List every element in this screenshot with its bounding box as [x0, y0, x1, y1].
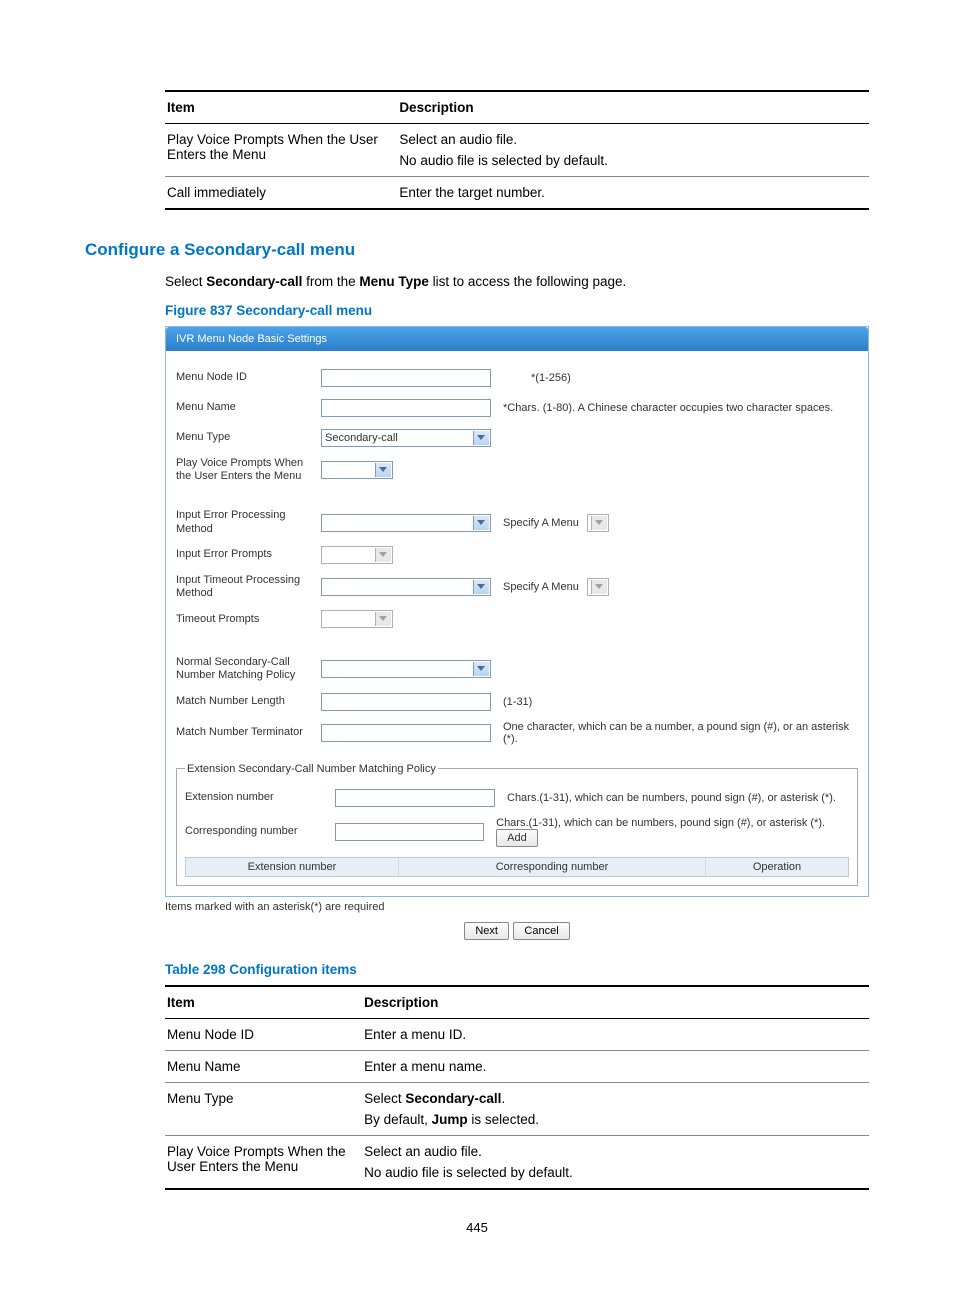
config-items-table-298: Item Description Menu Node ID Enter a me…: [165, 985, 869, 1190]
match-length-input[interactable]: [321, 693, 491, 711]
cell-desc: Enter a menu name.: [362, 1050, 869, 1082]
cell-desc: Enter the target number.: [397, 177, 869, 210]
cancel-button[interactable]: Cancel: [513, 922, 569, 940]
label-play-prompts: Play Voice Prompts When the User Enters …: [176, 457, 321, 483]
th-item: Item: [165, 91, 397, 124]
label-specify-menu: Specify A Menu: [503, 517, 579, 529]
label-input-error-method: Input Error Processing Method: [176, 509, 321, 535]
menu-node-id-input[interactable]: [321, 369, 491, 387]
label-corresponding-number: Corresponding number: [185, 825, 335, 838]
fieldset-legend: Extension Secondary-Call Number Matching…: [185, 763, 438, 775]
label-match-length: Match Number Length: [176, 695, 321, 708]
label-timeout-prompts: Timeout Prompts: [176, 613, 321, 626]
page-number: 445: [85, 1220, 869, 1235]
cell-desc: Select Secondary-call. By default, Jump …: [362, 1082, 869, 1135]
play-prompts-select[interactable]: [321, 461, 393, 479]
chevron-down-icon: [595, 520, 603, 525]
chevron-down-icon: [477, 666, 485, 671]
label-input-error-prompts: Input Error Prompts: [176, 548, 321, 561]
label-input-timeout-method: Input Timeout Processing Method: [176, 574, 321, 600]
chevron-down-icon: [379, 616, 387, 621]
table-row: Menu Type Select Secondary-call. By defa…: [165, 1082, 869, 1135]
th-desc: Description: [397, 91, 869, 124]
input-error-method-select[interactable]: [321, 514, 491, 532]
grid-col-corr: Corresponding number: [399, 858, 706, 876]
match-terminator-input[interactable]: [321, 724, 491, 742]
cell-desc: Select an audio file. No audio file is s…: [397, 124, 869, 177]
cell-item: Play Voice Prompts When the User Enters …: [165, 1135, 362, 1189]
specify-menu-select[interactable]: [587, 514, 609, 532]
hint-corresponding-number: Chars.(1-31), which can be numbers, poun…: [496, 817, 849, 847]
table-row: Play Voice Prompts When the User Enters …: [165, 124, 869, 177]
add-button[interactable]: Add: [496, 829, 538, 847]
label-menu-name: Menu Name: [176, 401, 321, 414]
cell-item: Menu Name: [165, 1050, 362, 1082]
cell-desc: Select an audio file. No audio file is s…: [362, 1135, 869, 1189]
input-error-prompts-select[interactable]: [321, 546, 393, 564]
label-extension-number: Extension number: [185, 791, 335, 804]
label-specify-menu: Specify A Menu: [503, 581, 579, 593]
panel-title: IVR Menu Node Basic Settings: [166, 327, 868, 351]
label-menu-node-id: Menu Node ID: [176, 371, 321, 384]
corresponding-number-input[interactable]: [335, 823, 484, 841]
th-desc: Description: [362, 986, 869, 1019]
extension-number-input[interactable]: [335, 789, 495, 807]
grid-col-op: Operation: [706, 858, 848, 876]
cell-desc: Enter a menu ID.: [362, 1018, 869, 1050]
cell-item: Play Voice Prompts When the User Enters …: [165, 124, 397, 177]
figure-caption: Figure 837 Secondary-call menu: [165, 303, 869, 318]
label-menu-type: Menu Type: [176, 431, 321, 444]
section-heading: Configure a Secondary-call menu: [85, 240, 869, 260]
table-caption: Table 298 Configuration items: [165, 962, 869, 977]
input-timeout-method-select[interactable]: [321, 578, 491, 596]
hint-extension-number: Chars.(1-31), which can be numbers, poun…: [507, 792, 836, 804]
th-item: Item: [165, 986, 362, 1019]
grid-col-ext: Extension number: [186, 858, 399, 876]
config-items-table-cont: Item Description Play Voice Prompts When…: [165, 90, 869, 210]
hint-menu-name: *Chars. (1-80). A Chinese character occu…: [503, 402, 833, 414]
chevron-down-icon: [477, 584, 485, 589]
menu-type-select[interactable]: Secondary-call: [321, 429, 491, 447]
table-row: Call immediately Enter the target number…: [165, 177, 869, 210]
hint-match-terminator: One character, which can be a number, a …: [503, 721, 853, 745]
chevron-down-icon: [379, 467, 387, 472]
next-button[interactable]: Next: [464, 922, 509, 940]
extension-policy-fieldset: Extension Secondary-Call Number Matching…: [176, 763, 858, 886]
hint-match-length: (1-31): [503, 696, 532, 708]
chevron-down-icon: [477, 435, 485, 440]
normal-policy-select[interactable]: [321, 660, 491, 678]
table-row: Menu Node ID Enter a menu ID.: [165, 1018, 869, 1050]
table-row: Menu Name Enter a menu name.: [165, 1050, 869, 1082]
cell-item: Call immediately: [165, 177, 397, 210]
chevron-down-icon: [595, 584, 603, 589]
ivr-settings-panel: IVR Menu Node Basic Settings Menu Node I…: [165, 326, 869, 897]
cell-item: Menu Type: [165, 1082, 362, 1135]
cell-item: Menu Node ID: [165, 1018, 362, 1050]
label-normal-policy: Normal Secondary-Call Number Matching Po…: [176, 656, 321, 682]
timeout-prompts-select[interactable]: [321, 610, 393, 628]
table-row: Play Voice Prompts When the User Enters …: [165, 1135, 869, 1189]
intro-text: Select Secondary-call from the Menu Type…: [165, 274, 869, 289]
hint-menu-node-id: *(1-256): [531, 372, 571, 384]
extension-grid-header: Extension number Corresponding number Op…: [185, 857, 849, 877]
required-note: Items marked with an asterisk(*) are req…: [165, 897, 869, 915]
specify-menu-select[interactable]: [587, 578, 609, 596]
chevron-down-icon: [477, 520, 485, 525]
chevron-down-icon: [379, 552, 387, 557]
menu-name-input[interactable]: [321, 399, 491, 417]
label-match-terminator: Match Number Terminator: [176, 726, 321, 739]
